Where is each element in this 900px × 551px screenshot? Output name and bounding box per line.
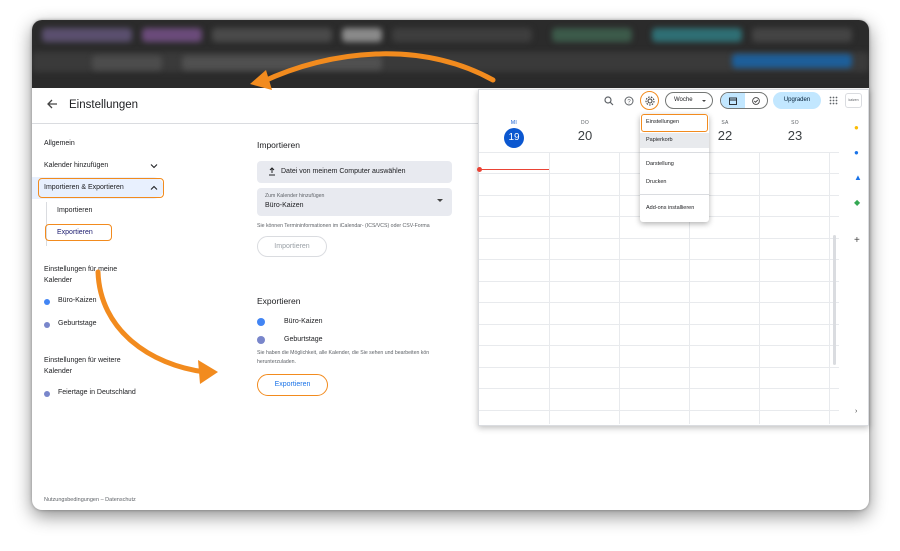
arrow-head [198,360,218,384]
arrow-to-settings-title [259,51,496,85]
arrow-to-export-button [95,269,208,375]
annotation-arrows [95,51,496,384]
arrow-head [250,70,272,90]
